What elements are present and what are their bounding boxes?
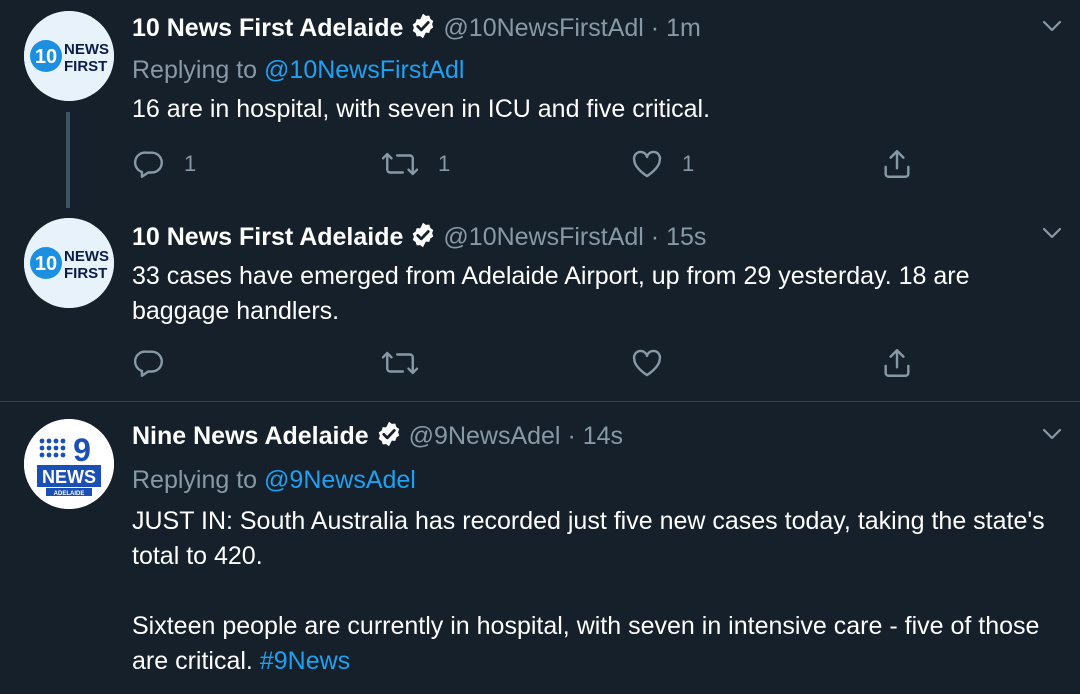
verified-badge-icon xyxy=(409,221,437,257)
tweet-paragraph-1: JUST IN: South Australia has recorded ju… xyxy=(132,507,1045,570)
verified-badge-icon xyxy=(409,12,437,48)
timestamp[interactable]: 15s xyxy=(666,223,706,251)
svg-text:ADELAIDE: ADELAIDE xyxy=(54,491,85,497)
replying-to-prefix: Replying to xyxy=(132,56,258,84)
handle[interactable]: @9NewsAdel xyxy=(409,422,561,450)
tweet-text: JUST IN: South Australia has recorded ju… xyxy=(132,504,1062,679)
tweet-header: 10 News First Adelaide @10NewsFirstAdl · … xyxy=(132,12,701,48)
retweet-icon xyxy=(381,351,419,375)
svg-text:FIRST: FIRST xyxy=(64,265,107,282)
retweet-icon xyxy=(381,152,419,176)
avatar-nine-news[interactable]: 9 NEWS ADELAIDE xyxy=(24,419,114,509)
tweet-header: Nine News Adelaide @9NewsAdel · 14s xyxy=(132,420,623,456)
handle[interactable]: @10NewsFirstAdl xyxy=(443,14,643,42)
tweet-paragraph-2: Sixteen people are currently in hospital… xyxy=(132,609,1062,679)
reply-count: 1 xyxy=(184,151,197,176)
like-button[interactable] xyxy=(630,345,664,381)
thread-line xyxy=(66,112,70,208)
replying-to-link[interactable]: @10NewsFirstAdl xyxy=(264,56,464,84)
svg-text:NEWS: NEWS xyxy=(42,467,96,487)
replying-to: Replying to @9NewsAdel xyxy=(132,464,416,496)
avatar-10-news-first[interactable]: 10 NEWS FIRST xyxy=(24,11,114,101)
reply-icon xyxy=(133,151,163,178)
share-icon xyxy=(884,150,910,178)
share-button[interactable] xyxy=(880,345,914,381)
like-icon xyxy=(632,349,662,377)
replying-to-link[interactable]: @9NewsAdel xyxy=(264,466,416,494)
tweet-text: 33 cases have emerged from Adelaide Airp… xyxy=(132,262,970,325)
reply-icon xyxy=(133,350,163,377)
retweet-count: 1 xyxy=(438,151,451,176)
10-news-first-logo-icon: 10 NEWS FIRST xyxy=(24,11,114,101)
reply-button[interactable]: 1 xyxy=(132,146,196,182)
retweet-button[interactable] xyxy=(380,345,420,381)
tweet-1[interactable]: 10 NEWS FIRST 10 News First Adelaide @10N… xyxy=(0,0,1080,208)
replying-to-prefix: Replying to xyxy=(132,466,258,494)
verified-badge-icon xyxy=(375,420,403,456)
timestamp[interactable]: 14s xyxy=(583,422,623,450)
share-button[interactable] xyxy=(880,146,914,182)
replying-to: Replying to @10NewsFirstAdl xyxy=(132,54,464,86)
timestamp[interactable]: 1m xyxy=(666,14,701,42)
display-name[interactable]: 10 News First Adelaide xyxy=(132,223,403,251)
handle[interactable]: @10NewsFirstAdl xyxy=(443,223,643,251)
tweet-2[interactable]: 10 NEWS FIRST 10 News First Adelaide @10N… xyxy=(0,205,1080,401)
tweet-header: 10 News First Adelaide @10NewsFirstAdl · … xyxy=(132,221,706,257)
tweet-3[interactable]: 9 NEWS ADELAIDE Nine News Adelaide @9News… xyxy=(0,402,1080,694)
share-icon xyxy=(884,349,910,377)
retweet-button[interactable]: 1 xyxy=(380,146,450,182)
svg-text:10: 10 xyxy=(35,46,57,68)
svg-text:FIRST: FIRST xyxy=(64,58,107,75)
separator: · xyxy=(650,14,660,42)
svg-text:10: 10 xyxy=(35,253,57,275)
like-count: 1 xyxy=(682,151,695,176)
chevron-down-icon[interactable] xyxy=(1040,221,1064,245)
chevron-down-icon[interactable] xyxy=(1040,422,1064,446)
display-name[interactable]: Nine News Adelaide xyxy=(132,422,369,450)
separator: · xyxy=(567,422,576,450)
svg-text:NEWS: NEWS xyxy=(64,41,109,58)
separator: · xyxy=(650,223,660,251)
svg-text:NEWS: NEWS xyxy=(64,248,109,265)
like-icon xyxy=(632,150,662,178)
tweet-text: 16 are in hospital, with seven in ICU an… xyxy=(132,95,711,123)
reply-button[interactable] xyxy=(132,345,166,381)
avatar-10-news-first[interactable]: 10 NEWS FIRST xyxy=(24,218,114,308)
svg-text:9: 9 xyxy=(73,432,91,468)
chevron-down-icon[interactable] xyxy=(1040,14,1064,38)
hashtag-link[interactable]: #9News xyxy=(260,647,350,675)
nine-news-logo-icon: 9 NEWS ADELAIDE xyxy=(24,419,114,509)
like-button[interactable]: 1 xyxy=(630,146,694,182)
display-name[interactable]: 10 News First Adelaide xyxy=(132,14,403,42)
10-news-first-logo-icon: 10 NEWS FIRST xyxy=(24,218,114,308)
